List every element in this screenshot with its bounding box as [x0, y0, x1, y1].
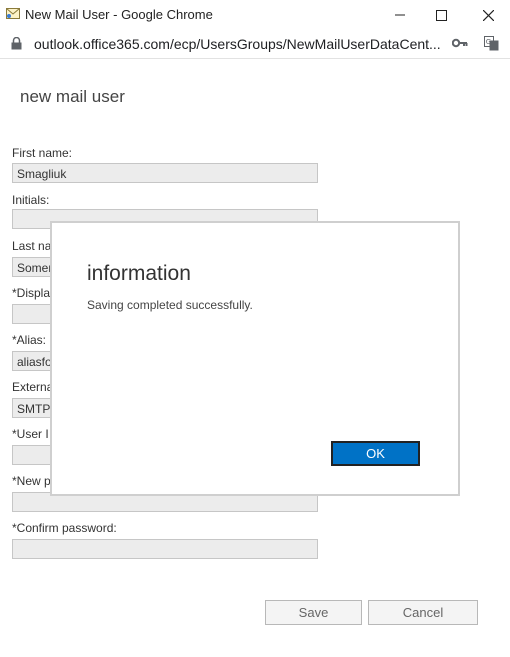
confirm-password-field[interactable]	[12, 539, 318, 559]
save-button[interactable]: Save	[265, 600, 362, 625]
first-name-label: First name:	[12, 146, 73, 160]
mail-icon	[6, 8, 20, 19]
user-id-label: *User I	[12, 427, 49, 441]
address-bar[interactable]: outlook.office365.com/ecp/UsersGroups/Ne…	[0, 30, 510, 59]
display-name-label: *Displa	[12, 286, 51, 300]
minimize-icon	[395, 14, 405, 16]
url-text[interactable]: outlook.office365.com/ecp/UsersGroups/Ne…	[34, 36, 444, 52]
maximize-button[interactable]	[419, 0, 463, 30]
external-email-label: Externa	[12, 380, 54, 394]
maximize-icon	[435, 9, 447, 21]
new-password-label: *New p	[12, 474, 51, 488]
key-icon[interactable]	[452, 38, 468, 48]
dialog-title: information	[87, 262, 191, 285]
initials-label: Initials:	[12, 193, 50, 207]
information-dialog: information Saving completed successfull…	[50, 221, 460, 496]
alias-label: *Alias:	[12, 333, 47, 347]
close-icon	[482, 9, 494, 21]
minimize-button[interactable]	[378, 0, 422, 30]
first-name-field[interactable]: Smagliuk	[12, 163, 318, 183]
last-name-label: Last na	[12, 239, 52, 253]
cancel-button[interactable]: Cancel	[368, 600, 478, 625]
page-title: new mail user	[20, 87, 125, 106]
dialog-message: Saving completed successfully.	[87, 298, 253, 312]
close-button[interactable]	[466, 0, 510, 30]
window-title: New Mail User - Google Chrome	[25, 7, 213, 22]
svg-text:G: G	[486, 38, 491, 46]
translate-icon[interactable]: G	[484, 36, 499, 51]
ok-button[interactable]: OK	[331, 441, 420, 466]
confirm-password-label: *Confirm password:	[12, 521, 117, 535]
lock-icon	[11, 37, 22, 50]
window-titlebar: New Mail User - Google Chrome	[0, 0, 510, 30]
